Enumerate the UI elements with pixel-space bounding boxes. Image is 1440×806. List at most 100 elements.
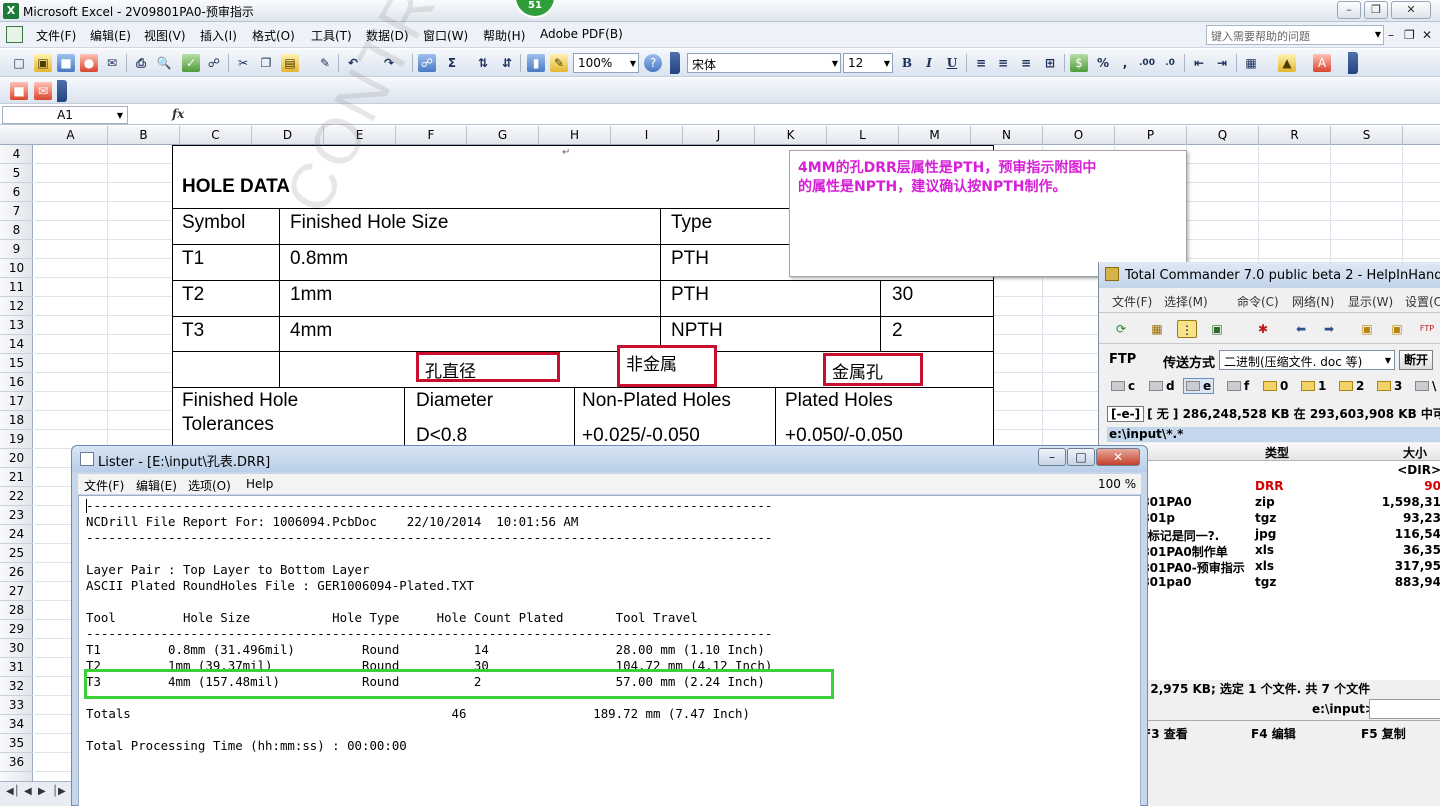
row-header-28[interactable]: 28 [0, 601, 33, 620]
cell-comment[interactable]: 4MM的孔DRR层属性是PTH，预审指示附图中 的属性是NPTH，建议确认按NP… [789, 150, 1187, 277]
doc-minimize-icon[interactable]: – [1388, 28, 1394, 42]
command-input[interactable] [1369, 699, 1440, 719]
column-header-n[interactable]: N [971, 126, 1043, 145]
last-sheet-icon[interactable]: │▶ [52, 786, 66, 797]
lister-menu-edit[interactable]: 编辑(E) [136, 477, 177, 494]
tc-file-row[interactable]: 2V09801ptgz93,23 [1107, 511, 1440, 527]
drive-0[interactable]: 0 [1263, 379, 1288, 393]
row-header-34[interactable]: 34 [0, 715, 33, 734]
column-header-g[interactable]: G [467, 126, 539, 145]
function-icon[interactable]: fx [172, 107, 184, 121]
row-header-17[interactable]: 17 [0, 392, 33, 411]
notification-badge[interactable]: 51 [514, 0, 556, 18]
increase-decimal-icon[interactable]: .00 [1138, 54, 1156, 72]
lister-maximize-button[interactable]: □ [1067, 448, 1095, 466]
cut-icon[interactable]: ✂ [234, 54, 252, 72]
col-type-header[interactable]: 类型 [1265, 444, 1289, 461]
row-header-35[interactable]: 35 [0, 734, 33, 753]
col-size-header[interactable]: 大小 [1403, 444, 1427, 461]
pdf-toolbar-options-icon[interactable] [57, 80, 67, 102]
column-header-l[interactable]: L [827, 126, 899, 145]
help-question-box[interactable]: 键入需要帮助的问题 ▼ [1206, 25, 1384, 45]
currency-icon[interactable]: $ [1070, 54, 1088, 72]
row-header-31[interactable]: 31 [0, 658, 33, 677]
decrease-decimal-icon[interactable]: .0 [1161, 54, 1179, 72]
invert-selection-icon[interactable]: ✱ [1253, 320, 1273, 338]
excel-app-icon[interactable]: X [3, 3, 19, 19]
menu-tools[interactable]: 工具(T) [311, 27, 352, 44]
prev-sheet-icon[interactable]: ◀ [24, 786, 32, 797]
row-header-30[interactable]: 30 [0, 639, 33, 658]
print-icon[interactable]: ⎙ [132, 54, 150, 72]
align-center-icon[interactable]: ≡ [994, 54, 1012, 72]
column-header-h[interactable]: H [539, 126, 611, 145]
drive-2[interactable]: 2 [1339, 379, 1364, 393]
unpack-icon[interactable]: ▣ [1387, 320, 1407, 338]
paste-icon[interactable]: ▤ [281, 54, 299, 72]
row-header-12[interactable]: 12 [0, 297, 33, 316]
toolbar-options-icon-2[interactable] [1348, 52, 1358, 74]
row-header-15[interactable]: 15 [0, 354, 33, 373]
chevron-down-icon[interactable]: ▼ [1375, 30, 1381, 39]
save-icon[interactable]: ■ [57, 54, 75, 72]
row-header-29[interactable]: 29 [0, 620, 33, 639]
annotation-non-metal[interactable]: 非金属 [617, 345, 717, 387]
column-header-f[interactable]: F [396, 126, 467, 145]
detailed-view-icon[interactable]: ⋮ [1177, 320, 1197, 338]
minimize-button[interactable]: – [1337, 1, 1361, 19]
lister-close-button[interactable]: ✕ [1096, 448, 1140, 466]
open-icon[interactable]: ▣ [34, 54, 52, 72]
permission-icon[interactable]: ● [80, 54, 98, 72]
tc-menu-config[interactable]: 设置(O) [1405, 293, 1440, 310]
row-header-10[interactable]: 10 [0, 259, 33, 278]
italic-icon[interactable]: I [920, 54, 938, 72]
zoom-select[interactable]: 100% ▼ [573, 53, 639, 73]
row-header-19[interactable]: 19 [0, 430, 33, 449]
column-header-o[interactable]: O [1043, 126, 1115, 145]
row-header-18[interactable]: 18 [0, 411, 33, 430]
spelling-icon[interactable]: ✓ [182, 54, 200, 72]
lister-menu-help[interactable]: Help [246, 477, 273, 491]
decrease-indent-icon[interactable]: ⇤ [1190, 54, 1208, 72]
ftp-connect-icon[interactable]: FTP [1417, 320, 1437, 338]
thumbnail-icon[interactable]: ▣ [1207, 320, 1227, 338]
tc-menu-net[interactable]: 网络(N) [1292, 293, 1334, 310]
drive-d[interactable]: d [1149, 379, 1175, 393]
row-header-36[interactable]: 36 [0, 753, 33, 772]
forward-icon[interactable]: ➡ [1319, 320, 1339, 338]
tc-file-row[interactable]: 2V09801PA0制作单 xls 36,35 [1107, 543, 1440, 559]
row-header-21[interactable]: 21 [0, 468, 33, 487]
next-sheet-icon[interactable]: ▶ [38, 786, 46, 797]
tc-menu-show[interactable]: 显示(W) [1348, 293, 1393, 310]
back-icon[interactable]: ⬅ [1291, 320, 1311, 338]
disconnect-button[interactable]: 断开 [1399, 350, 1433, 370]
lister-minimize-button[interactable]: – [1038, 448, 1066, 466]
font-name-select[interactable]: 宋体 ▼ [687, 53, 841, 73]
menu-format[interactable]: 格式(O) [252, 27, 295, 44]
merge-center-icon[interactable]: ⊞ [1041, 54, 1059, 72]
row-header-8[interactable]: 8 [0, 221, 33, 240]
row-header-22[interactable]: 22 [0, 487, 33, 506]
convert-to-pdf-icon[interactable]: ■ [10, 82, 28, 100]
increase-indent-icon[interactable]: ⇥ [1213, 54, 1231, 72]
drive-3[interactable]: 3 [1377, 379, 1402, 393]
menu-edit[interactable]: 编辑(E) [90, 27, 131, 44]
comma-icon[interactable]: , [1116, 54, 1134, 72]
annotation-hole-diameter[interactable]: 孔直径 [416, 352, 560, 382]
font-size-select[interactable]: 12 ▼ [843, 53, 893, 73]
column-header-a[interactable]: A [34, 126, 108, 145]
tc-file-row[interactable]: 2V09801pa0 tgz 883,94 [1107, 575, 1440, 591]
brief-view-icon[interactable]: ▦ [1147, 320, 1167, 338]
autosum-icon[interactable]: Σ [443, 54, 461, 72]
lister-app-icon[interactable] [80, 452, 94, 466]
column-header-s[interactable]: S [1331, 126, 1403, 145]
tc-current-path[interactable]: e:\input\*.* [1107, 427, 1440, 442]
tc-file-row[interactable]: 10无铅标记是同一?. jpg 116,54 [1107, 527, 1440, 543]
drive-f[interactable]: f [1227, 379, 1249, 393]
name-box[interactable]: A1 ▼ [2, 106, 128, 124]
menu-view[interactable]: 视图(V) [144, 27, 186, 44]
menu-file[interactable]: 文件(F) [36, 27, 76, 44]
menu-help[interactable]: 帮助(H) [483, 27, 525, 44]
tc-menu-commands[interactable]: 命令(C) [1237, 293, 1279, 310]
row-header-33[interactable]: 33 [0, 696, 33, 715]
